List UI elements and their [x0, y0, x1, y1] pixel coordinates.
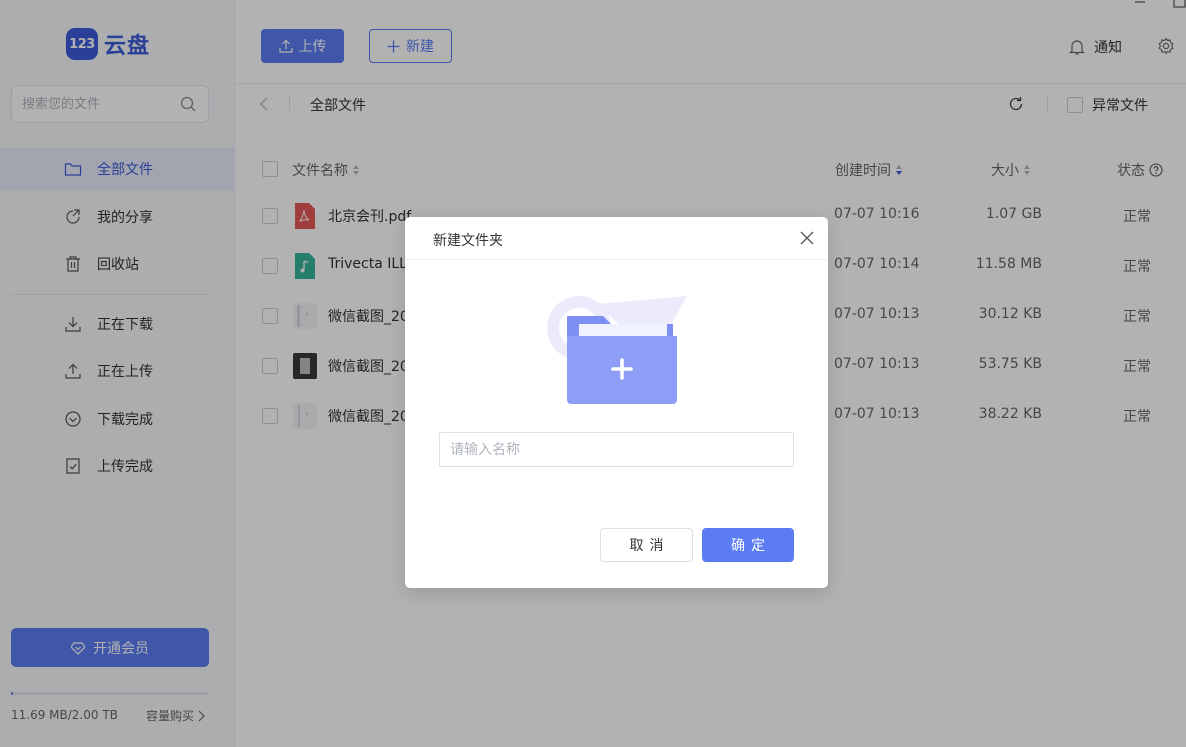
dialog-title: 新建文件夹	[433, 233, 503, 249]
dialog-header: 新建文件夹	[405, 217, 828, 260]
folder-name-input[interactable]	[439, 432, 794, 467]
cancel-button[interactable]: 取消	[600, 528, 693, 562]
app-window: 123 云盘 全部文件 我的分享 回收站	[0, 0, 1186, 747]
confirm-button[interactable]: 确定	[702, 528, 794, 562]
close-icon[interactable]	[800, 231, 814, 245]
new-folder-illustration-icon	[547, 296, 687, 404]
new-folder-dialog: 新建文件夹 取消 确定	[405, 217, 828, 588]
